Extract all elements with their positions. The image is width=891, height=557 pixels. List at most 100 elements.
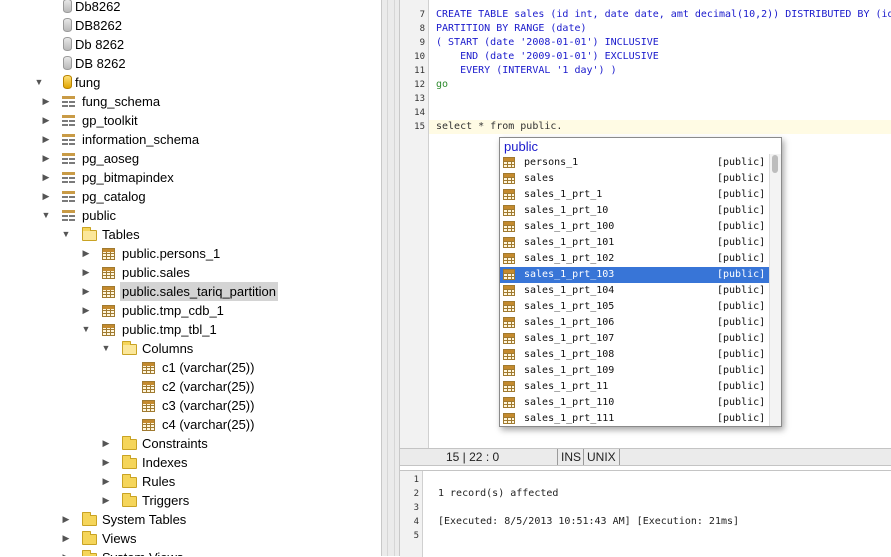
tree-item-label[interactable]: fung_schema — [82, 92, 160, 111]
tree-item[interactable]: ▶ Views — [0, 529, 380, 548]
tree-item[interactable]: ▶ public.tmp_cdb_1 — [0, 301, 380, 320]
expanded-arrow-icon[interactable]: ▼ — [100, 339, 112, 358]
autocomplete-popup[interactable]: public persons_1 [public] sales [public] sal… — [499, 137, 782, 427]
tree-item[interactable]: ▼ Columns — [0, 339, 380, 358]
tree-item[interactable]: DB 8262 — [0, 54, 380, 73]
tree-item-label[interactable]: c3 (varchar(25)) — [162, 396, 254, 415]
autocomplete-item[interactable]: sales_1_prt_109 [public] — [500, 363, 770, 379]
tree-item[interactable]: ▶ gp_toolkit — [0, 111, 380, 130]
tree-item-label[interactable]: c4 (varchar(25)) — [162, 415, 254, 434]
tree-item[interactable]: c3 (varchar(25)) — [0, 396, 380, 415]
autocomplete-item[interactable]: persons_1 [public] — [500, 155, 770, 171]
collapsed-arrow-icon[interactable]: ▶ — [40, 168, 52, 187]
tree-item-label[interactable]: System Views — [102, 548, 183, 556]
tree-item[interactable]: ▶ System Views — [0, 548, 380, 556]
results-output[interactable]: 1 2 3 4 5 1 record(s) affected [Executed: 8/5… — [400, 470, 891, 557]
collapsed-arrow-icon[interactable]: ▶ — [40, 187, 52, 206]
autocomplete-item[interactable]: sales_1_prt_106 [public] — [500, 315, 770, 331]
code-line[interactable]: go — [436, 78, 448, 92]
expanded-arrow-icon[interactable]: ▼ — [33, 73, 45, 92]
collapsed-arrow-icon[interactable]: ▶ — [40, 111, 52, 130]
code-line[interactable]: PARTITION BY RANGE (date) — [436, 22, 587, 36]
tree-item-label[interactable]: DB8262 — [75, 16, 122, 35]
tree-item-label[interactable]: pg_bitmapindex — [82, 168, 174, 187]
collapsed-arrow-icon[interactable]: ▶ — [80, 301, 92, 320]
tree-item[interactable]: c1 (varchar(25)) — [0, 358, 380, 377]
autocomplete-item[interactable]: sales_1_prt_100 [public] — [500, 219, 770, 235]
tree-item-label[interactable]: Columns — [142, 339, 193, 358]
collapsed-arrow-icon[interactable]: ▶ — [80, 244, 92, 263]
tree-item-label[interactable]: pg_aoseg — [82, 149, 139, 168]
tree-item-label[interactable]: fung — [75, 73, 100, 92]
tree-item[interactable]: ▶ Indexes — [0, 453, 380, 472]
tree-item-label[interactable]: public.tmp_cdb_1 — [122, 301, 224, 320]
code-line[interactable]: select * from public. — [436, 120, 562, 134]
tree-item-label[interactable]: information_schema — [82, 130, 199, 149]
tree-item[interactable]: ▼ fung — [0, 73, 380, 92]
autocomplete-scrollbar[interactable] — [769, 154, 781, 426]
panel-splitter[interactable] — [381, 0, 400, 556]
collapsed-arrow-icon[interactable]: ▶ — [60, 510, 72, 529]
tree-item-label[interactable]: public.sales — [122, 263, 190, 282]
tree-item[interactable]: c2 (varchar(25)) — [0, 377, 380, 396]
tree-item-label[interactable]: System Tables — [102, 510, 186, 529]
tree-item[interactable]: ▶ pg_catalog — [0, 187, 380, 206]
code-line[interactable]: CREATE TABLE sales (id int, date date, a… — [436, 8, 891, 22]
tree-item[interactable]: Db8262 — [0, 0, 380, 16]
autocomplete-item[interactable]: sales_1_prt_104 [public] — [500, 283, 770, 299]
collapsed-arrow-icon[interactable]: ▶ — [100, 453, 112, 472]
expanded-arrow-icon[interactable]: ▼ — [80, 320, 92, 339]
expanded-arrow-icon[interactable]: ▼ — [60, 225, 72, 244]
expanded-arrow-icon[interactable]: ▼ — [40, 206, 52, 225]
scrollbar-thumb[interactable] — [772, 155, 778, 173]
tree-item-label[interactable]: DB 8262 — [75, 54, 126, 73]
collapsed-arrow-icon[interactable]: ▶ — [80, 282, 92, 301]
autocomplete-item[interactable]: sales_1_prt_10 [public] — [500, 203, 770, 219]
tree-item[interactable]: ▶ Constraints — [0, 434, 380, 453]
collapsed-arrow-icon[interactable]: ▶ — [100, 472, 112, 491]
tree-item[interactable]: ▶ fung_schema — [0, 92, 380, 111]
code-line[interactable]: END (date '2009-01-01') EXCLUSIVE — [436, 50, 659, 64]
tree-item-label[interactable]: Indexes — [142, 453, 188, 472]
tree-item[interactable]: DB8262 — [0, 16, 380, 35]
collapsed-arrow-icon[interactable]: ▶ — [100, 434, 112, 453]
autocomplete-item[interactable]: sales_1_prt_103 [public] — [500, 267, 770, 283]
tree-item-label[interactable]: Triggers — [142, 491, 189, 510]
tree-item[interactable]: ▶ System Tables — [0, 510, 380, 529]
collapsed-arrow-icon[interactable]: ▶ — [100, 491, 112, 510]
tree-item[interactable]: ▼ public — [0, 206, 380, 225]
tree-item[interactable]: c4 (varchar(25)) — [0, 415, 380, 434]
tree-item-label[interactable]: Tables — [102, 225, 140, 244]
autocomplete-item[interactable]: sales_1_prt_108 [public] — [500, 347, 770, 363]
tree-item-label[interactable]: pg_catalog — [82, 187, 146, 206]
insert-mode-indicator[interactable]: INS — [557, 449, 581, 465]
autocomplete-item[interactable]: sales_1_prt_1 [public] — [500, 187, 770, 203]
tree-item-label[interactable]: gp_toolkit — [82, 111, 138, 130]
collapsed-arrow-icon[interactable]: ▶ — [60, 548, 72, 556]
code-line[interactable]: ( START (date '2008-01-01') INCLUSIVE — [436, 36, 659, 50]
tree-item-label[interactable]: Views — [102, 529, 136, 548]
tree-item-label[interactable]: public — [82, 206, 116, 225]
autocomplete-item[interactable]: sales_1_prt_11 [public] — [500, 379, 770, 395]
tree-item-label[interactable]: c2 (varchar(25)) — [162, 377, 254, 396]
schema-tree[interactable]: Db8262 DB8262 Db 8262 DB 8262 ▼ fung ▶ fung_sch… — [0, 0, 381, 556]
tree-item[interactable]: ▶ information_schema — [0, 130, 380, 149]
autocomplete-item[interactable]: sales_1_prt_101 [public] — [500, 235, 770, 251]
autocomplete-item[interactable]: sales_1_prt_107 [public] — [500, 331, 770, 347]
line-ending-indicator[interactable]: UNIX — [583, 449, 616, 465]
tree-item-label[interactable]: c1 (varchar(25)) — [162, 358, 254, 377]
collapsed-arrow-icon[interactable]: ▶ — [40, 92, 52, 111]
tree-item-label[interactable]: Db 8262 — [75, 35, 124, 54]
tree-item[interactable]: ▶ pg_aoseg — [0, 149, 380, 168]
tree-item-label[interactable]: Rules — [142, 472, 175, 491]
tree-item[interactable]: ▶ public.persons_1 — [0, 244, 380, 263]
autocomplete-item[interactable]: sales_1_prt_110 [public] — [500, 395, 770, 411]
tree-item-label[interactable]: Db8262 — [75, 0, 121, 16]
code-line[interactable]: EVERY (INTERVAL '1 day') ) — [436, 64, 617, 78]
tree-item[interactable]: ▼ Tables — [0, 225, 380, 244]
autocomplete-item[interactable]: sales_1_prt_105 [public] — [500, 299, 770, 315]
collapsed-arrow-icon[interactable]: ▶ — [80, 263, 92, 282]
tree-item[interactable]: ▶ public.sales_tariq_partition — [0, 282, 380, 301]
tree-item-label[interactable]: public.sales_tariq_partition — [120, 282, 278, 301]
tree-item[interactable]: ▶ public.sales — [0, 263, 380, 282]
